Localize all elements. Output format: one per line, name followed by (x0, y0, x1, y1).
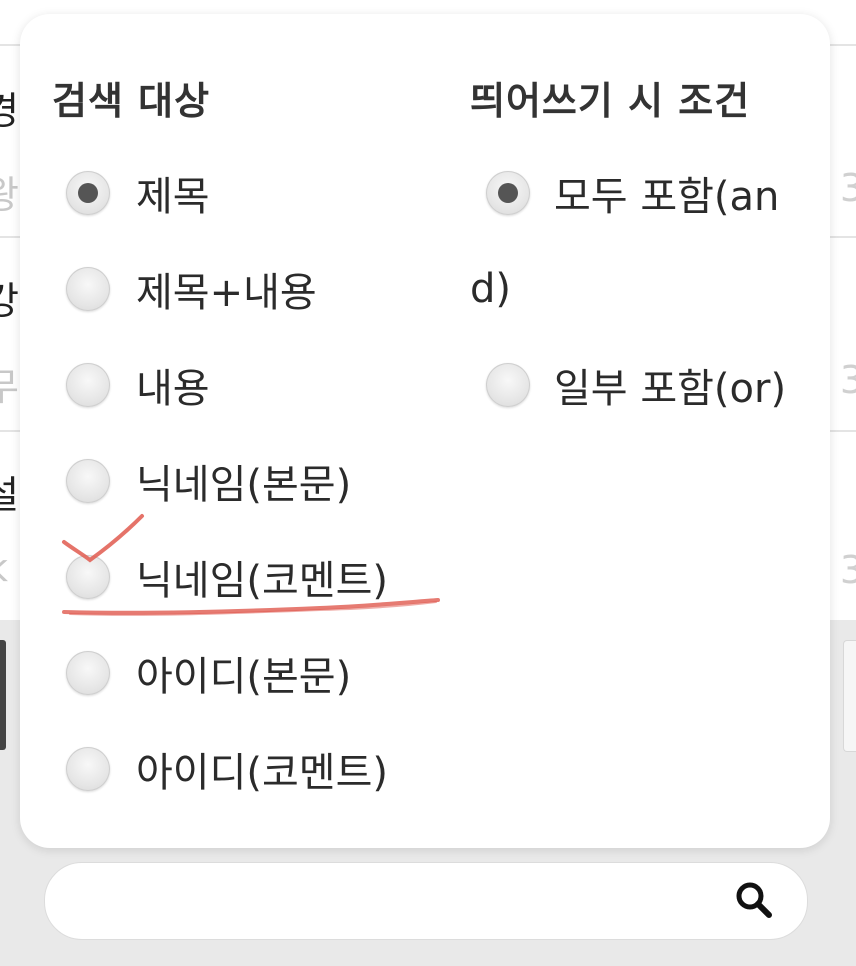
background-row-count: 3 (839, 548, 856, 592)
background-row-subtitle: 왕 (0, 173, 19, 217)
search-input[interactable] (44, 862, 808, 940)
background-row-title: 설 (0, 473, 19, 517)
background-top-row (0, 0, 856, 14)
annotation-marks (62, 514, 440, 616)
background-row-subtitle: k (0, 546, 8, 590)
check-mark (62, 514, 144, 563)
background-row-title: 강 (0, 279, 19, 323)
background-right-tab (843, 640, 856, 752)
background-row-count: 3 (839, 166, 856, 210)
background-row-count: 3 (839, 358, 856, 402)
background-row-subtitle: 무 (0, 365, 19, 409)
background-row-title: 경 (0, 89, 19, 133)
search-options-popup: 검색 대상 띄어쓰기 시 조건 제목 제목+내용 내용 닉네임(본문) 닉네임(… (20, 14, 830, 848)
search-icon[interactable] (731, 877, 777, 923)
background-left-tab (0, 640, 6, 750)
